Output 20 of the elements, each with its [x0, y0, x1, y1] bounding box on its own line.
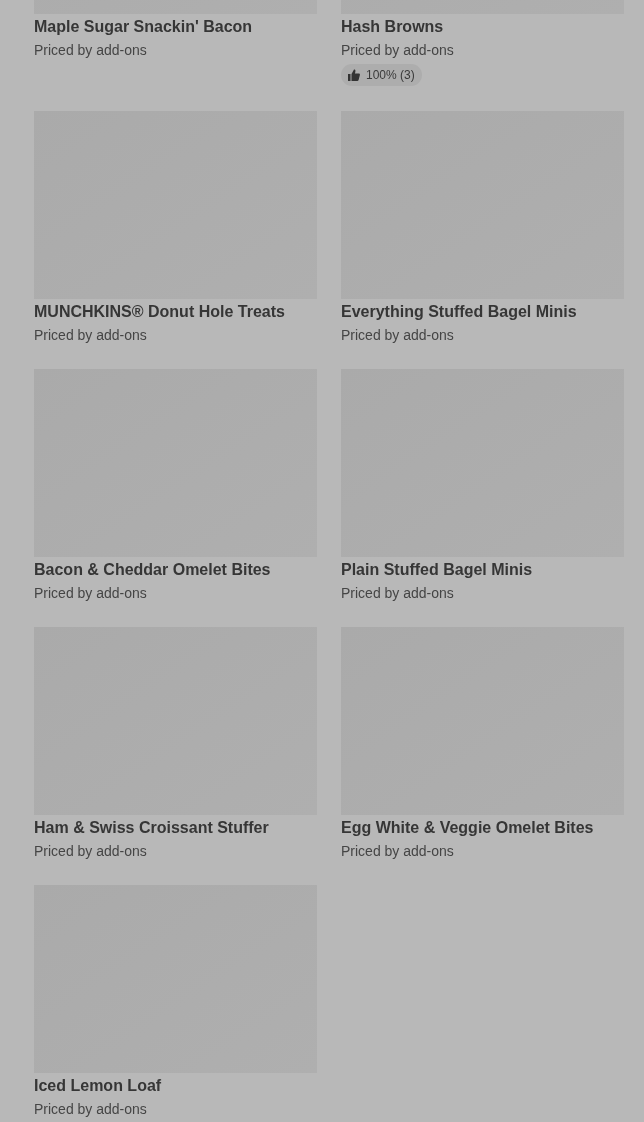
item-title[interactable]: Egg White & Veggie Omelet Bites: [341, 818, 594, 838]
price-note: Priced by add-ons: [34, 1100, 147, 1118]
item-title[interactable]: Bacon & Cheddar Omelet Bites: [34, 560, 271, 580]
price-note: Priced by add-ons: [341, 41, 454, 59]
item-title[interactable]: Ham & Swiss Croissant Stuffer: [34, 818, 269, 838]
thumbs-up-icon: [348, 69, 360, 81]
price-note: Priced by add-ons: [341, 326, 454, 344]
price-note: Priced by add-ons: [34, 584, 147, 602]
item-title[interactable]: Iced Lemon Loaf: [34, 1076, 162, 1096]
rating-text: 100% (3): [366, 67, 415, 84]
price-note: Priced by add-ons: [34, 326, 147, 344]
item-title[interactable]: Hash Browns: [341, 17, 444, 37]
item-title[interactable]: Maple Sugar Snackin' Bacon: [34, 17, 253, 37]
price-note: Priced by add-ons: [341, 584, 454, 602]
price-note: Priced by add-ons: [341, 842, 454, 860]
price-note: Priced by add-ons: [34, 842, 147, 860]
item-title[interactable]: Plain Stuffed Bagel Minis: [341, 560, 533, 580]
item-title[interactable]: MUNCHKINS® Donut Hole Treats: [34, 302, 285, 322]
price-note: Priced by add-ons: [34, 41, 147, 59]
item-title[interactable]: Everything Stuffed Bagel Minis: [341, 302, 577, 322]
